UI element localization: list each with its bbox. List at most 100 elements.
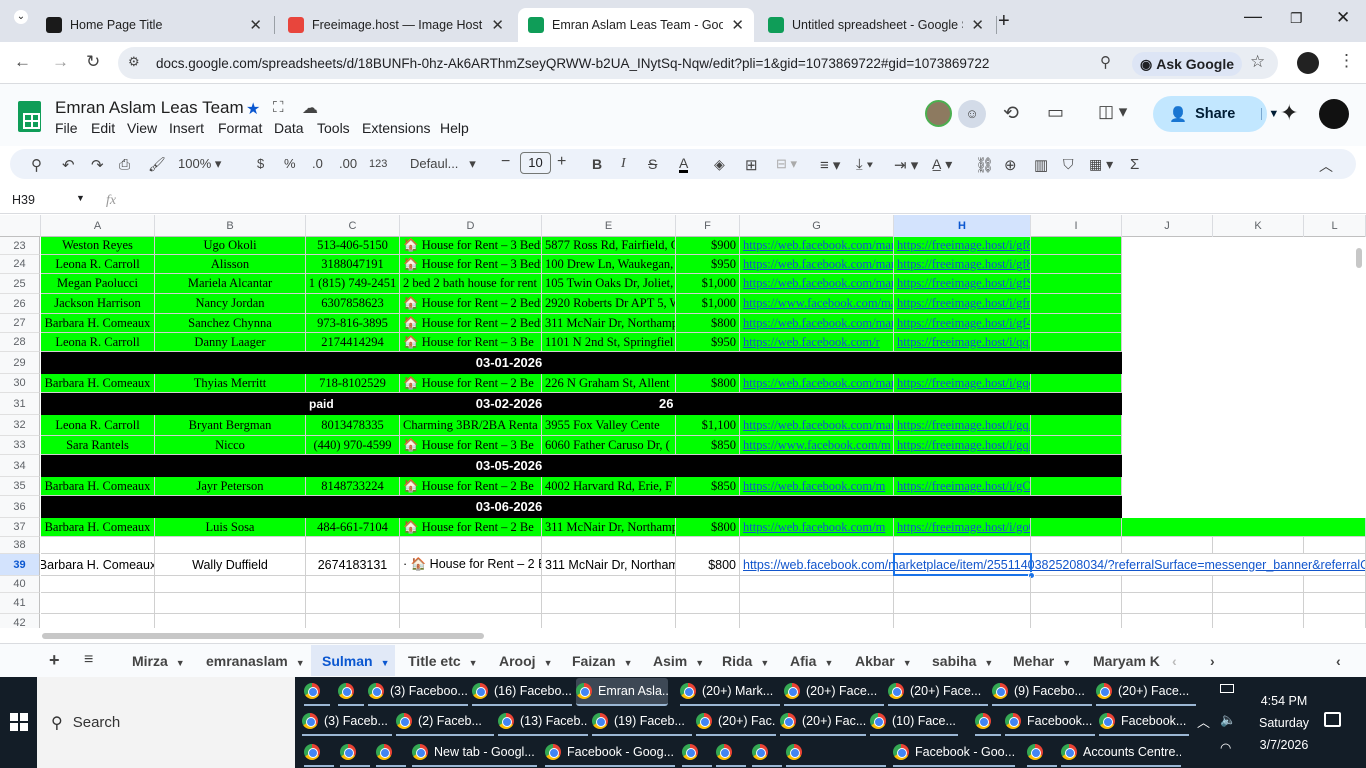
sheet-menu-caret-icon[interactable]: ▼ (1062, 658, 1071, 668)
taskbar-chrome-window[interactable] (376, 739, 406, 767)
empty-cell[interactable] (1031, 614, 1122, 628)
cell-e[interactable]: 311 McNair Dr, Northampt (542, 314, 676, 333)
sheet-menu-caret-icon[interactable]: ▼ (984, 658, 993, 668)
taskbar-chrome-window[interactable]: (20+) Face... (1096, 678, 1196, 706)
empty-cell[interactable] (1213, 593, 1304, 614)
empty-cell[interactable] (155, 576, 306, 593)
cell-c[interactable]: 718-8102529 (306, 374, 400, 393)
browser-tab[interactable]: Home Page Title ✕ (36, 8, 272, 42)
taskbar-chrome-window[interactable]: (10) Face... (870, 708, 958, 736)
column-header-f[interactable]: F (676, 215, 740, 237)
comments-icon[interactable]: ▭ (1047, 102, 1064, 123)
font-family-select[interactable]: Defaul... ▾ (410, 156, 476, 172)
empty-cell[interactable] (740, 576, 894, 593)
cell-f[interactable]: $1,100 (676, 415, 740, 436)
cell-g[interactable]: https://web.facebook.com/m (740, 477, 894, 496)
text-rotation-icon[interactable]: A̲ ▾ (932, 156, 952, 173)
cell-b[interactable]: Thyias Merritt (155, 374, 306, 393)
sheet-menu-caret-icon[interactable]: ▼ (381, 658, 390, 668)
taskbar-chrome-window[interactable] (304, 678, 330, 706)
row-header[interactable]: 31 (0, 393, 40, 415)
empty-cell[interactable] (542, 537, 676, 554)
cell-d[interactable]: 🏠 House for Rent – 3 Bedroo (400, 255, 542, 274)
cell-b[interactable]: Bryant Bergman (155, 415, 306, 436)
taskbar-chrome-window[interactable]: Facebook... (1099, 708, 1189, 736)
empty-cell[interactable] (894, 593, 1031, 614)
font-size-input[interactable]: 10 (520, 152, 551, 174)
cell-f[interactable]: $800 (676, 554, 740, 576)
menu-insert[interactable]: Insert (169, 120, 204, 136)
empty-cell[interactable] (400, 537, 542, 554)
row-header[interactable]: 37 (0, 518, 40, 537)
meet-icon[interactable]: ◫ ▾ (1098, 102, 1127, 122)
row-header[interactable]: 29 (0, 352, 40, 374)
user-avatar[interactable] (925, 100, 952, 127)
taskbar-chrome-window[interactable] (304, 739, 334, 767)
row-header[interactable]: 25 (0, 274, 40, 294)
sheet-tab[interactable]: Sulman ▼ (322, 653, 390, 669)
functions-icon[interactable]: Σ (1130, 156, 1139, 173)
row-header[interactable]: 38 (0, 537, 40, 554)
sheet-tab[interactable]: Asim ▼ (653, 653, 704, 669)
cell-f[interactable]: $800 (676, 314, 740, 333)
cell-g[interactable]: https://web.facebook.com/mark (740, 237, 894, 255)
sheet-tab[interactable]: Maryam K (1093, 653, 1160, 669)
taskbar-chrome-window[interactable]: (19) Faceb... (592, 708, 692, 736)
empty-cell[interactable] (41, 576, 155, 593)
sheet-tab[interactable]: Arooj ▼ (499, 653, 552, 669)
cell-d[interactable]: 🏠 House for Rent – 2 Be (400, 518, 542, 537)
sheet-tab[interactable]: Mirza ▼ (132, 653, 185, 669)
taskbar-chrome-window[interactable] (340, 739, 370, 767)
taskbar-chrome-window[interactable]: (13) Faceb... (498, 708, 588, 736)
minimize-button[interactable]: — (1244, 6, 1262, 27)
cell-d[interactable]: 2 bed 2 bath house for rent (400, 274, 542, 294)
row-header[interactable]: 41 (0, 593, 40, 614)
cell-f[interactable]: $800 (676, 374, 740, 393)
row-header[interactable]: 33 (0, 436, 40, 455)
scroll-sheets-left[interactable]: ‹ (1172, 653, 1177, 669)
empty-cell[interactable] (740, 614, 894, 628)
empty-cell[interactable] (894, 537, 1031, 554)
sheet-menu-caret-icon[interactable]: ▼ (544, 658, 553, 668)
cell-b[interactable]: Danny Laager (155, 333, 306, 352)
cell-c[interactable]: 513-406-5150 (306, 237, 400, 255)
cell-f[interactable]: $850 (676, 436, 740, 455)
row-header[interactable]: 23 (0, 237, 40, 255)
empty-cell[interactable] (1031, 537, 1122, 554)
cell-i[interactable] (1031, 274, 1122, 294)
cell-d[interactable]: 🏠 House for Rent – 3 Be (400, 333, 542, 352)
column-header-g[interactable]: G (740, 215, 894, 237)
horizontal-scrollbar[interactable] (42, 633, 484, 639)
row-header[interactable]: 26 (0, 294, 40, 314)
taskbar-chrome-window[interactable]: (20+) Face... (888, 678, 988, 706)
cell-b[interactable]: Alisson (155, 255, 306, 274)
cell-d[interactable]: 🏠 House for Rent – 2 Bedr (400, 294, 542, 314)
side-panel-toggle[interactable]: ‹ (1336, 653, 1341, 669)
sheets-logo-icon[interactable] (18, 101, 41, 132)
taskbar-chrome-window[interactable]: Facebook... (1005, 708, 1095, 736)
filter-views-icon[interactable]: ▦ ▾ (1089, 156, 1113, 173)
cell-f[interactable]: $950 (676, 333, 740, 352)
cell-b[interactable]: Wally Duffield (155, 554, 306, 576)
fill-color-icon[interactable]: ◈ (714, 156, 725, 173)
row-header[interactable]: 34 (0, 455, 40, 477)
sheet-tab[interactable]: Rida ▼ (722, 653, 769, 669)
sheet-menu-caret-icon[interactable]: ▼ (760, 658, 769, 668)
cell-d[interactable]: 🏠 House for Rent – 2 Be (400, 477, 542, 496)
cell-f[interactable]: $1,000 (676, 294, 740, 314)
undo-icon[interactable]: ↶ (62, 156, 75, 174)
move-icon[interactable]: ⛶ (273, 99, 284, 116)
taskbar-chrome-window[interactable] (786, 739, 886, 767)
number-format-button[interactable]: 123 (369, 158, 387, 170)
cell-c[interactable]: (440) 970-4599 (306, 436, 400, 455)
cell-b[interactable]: Ugo Okoli (155, 237, 306, 255)
menu-file[interactable]: File (55, 120, 78, 136)
cell-a[interactable]: Leona R. Carroll (41, 255, 155, 274)
battery-icon[interactable] (1220, 684, 1234, 693)
collapse-toolbar-icon[interactable]: ︿ (1319, 156, 1333, 176)
empty-cell[interactable] (894, 576, 1031, 593)
empty-cell[interactable] (41, 593, 155, 614)
empty-cell[interactable] (400, 576, 542, 593)
empty-cell[interactable] (41, 537, 155, 554)
sheet-menu-caret-icon[interactable]: ▼ (695, 658, 704, 668)
